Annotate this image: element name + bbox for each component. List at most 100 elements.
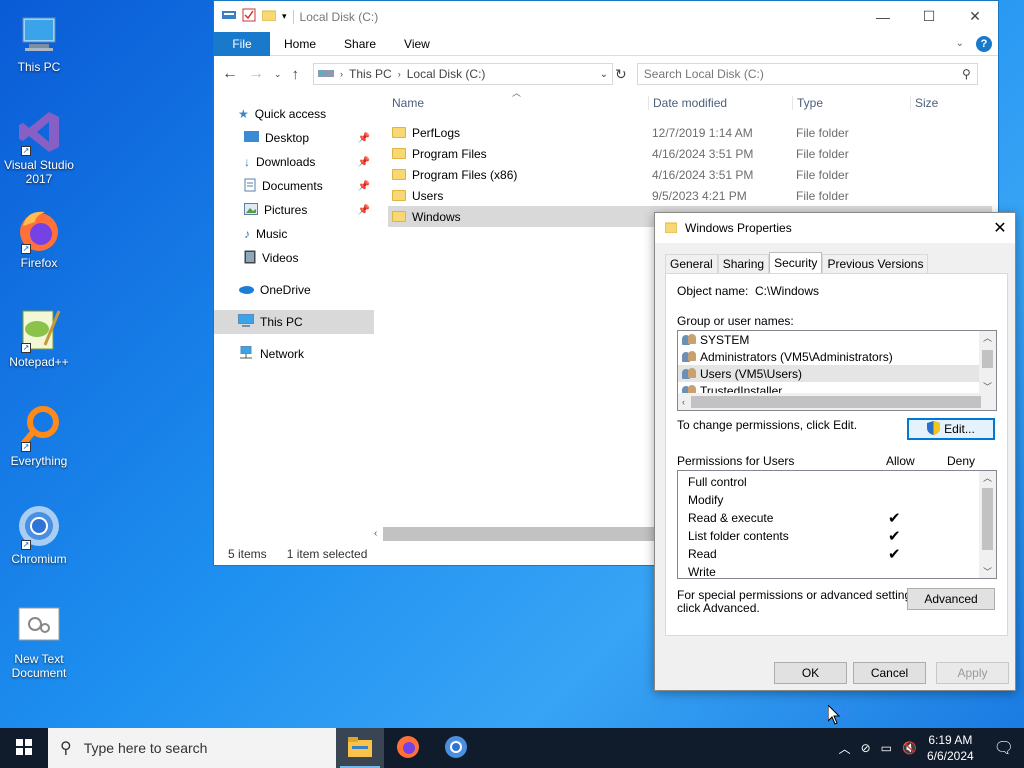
maximize-icon[interactable]: ☐ bbox=[906, 1, 952, 32]
horizontal-scrollbar[interactable]: ‹ bbox=[374, 525, 654, 542]
pin-icon[interactable]: 📌 bbox=[358, 181, 370, 192]
tab-sharing[interactable]: Sharing bbox=[717, 254, 770, 273]
sidebar-item-desktop[interactable]: Desktop 📌 bbox=[214, 126, 374, 150]
column-header-size[interactable]: Size bbox=[910, 96, 970, 110]
scrollbar-thumb[interactable] bbox=[383, 526, 654, 541]
properties-quick-icon[interactable] bbox=[242, 8, 256, 25]
breadcrumb-local-disk[interactable]: Local Disk (C:) bbox=[407, 67, 486, 81]
back-arrow-icon[interactable]: ← bbox=[222, 65, 238, 83]
list-item-selected[interactable]: Users (VM5\Users) bbox=[678, 365, 996, 382]
search-placeholder: Type here to search bbox=[83, 740, 208, 756]
folder-icon bbox=[392, 127, 406, 138]
sidebar-item-onedrive[interactable]: OneDrive bbox=[214, 278, 374, 302]
cancel-button[interactable]: Cancel bbox=[853, 662, 926, 684]
scroll-left-icon[interactable]: ‹ bbox=[682, 397, 685, 407]
taskbar-file-explorer[interactable] bbox=[336, 728, 384, 768]
advanced-button[interactable]: Advanced bbox=[907, 588, 995, 610]
new-folder-quick-icon[interactable] bbox=[261, 9, 277, 24]
taskbar-search-box[interactable]: ⚲ Type here to search bbox=[48, 728, 336, 768]
refresh-icon[interactable]: ↻ bbox=[615, 66, 627, 83]
scroll-left-icon[interactable]: ‹ bbox=[374, 528, 377, 539]
desktop-icon-visual-studio[interactable]: ↗ Visual Studio 2017 bbox=[4, 108, 74, 186]
file-row[interactable]: Program Files 4/16/2024 3:51 PM File fol… bbox=[388, 143, 992, 164]
sidebar-item-pictures[interactable]: Pictures 📌 bbox=[214, 198, 374, 222]
search-placeholder: Search Local Disk (C:) bbox=[643, 67, 764, 81]
tab-home[interactable]: Home bbox=[270, 37, 330, 51]
desktop-icon-firefox[interactable]: ↗ Firefox bbox=[4, 206, 74, 270]
change-permissions-text: To change permissions, click Edit. bbox=[677, 418, 858, 432]
scroll-down-icon[interactable]: ﹀ bbox=[983, 380, 992, 393]
sidebar-item-documents[interactable]: Documents 📌 bbox=[214, 174, 374, 198]
sidebar-item-downloads[interactable]: ↓ Downloads 📌 bbox=[214, 150, 374, 174]
up-arrow-icon[interactable]: ↑ bbox=[292, 66, 300, 83]
group-names-list[interactable]: SYSTEM Administrators (VM5\Administrator… bbox=[677, 330, 997, 411]
apply-button[interactable]: Apply bbox=[936, 662, 1009, 684]
taskbar-firefox[interactable] bbox=[384, 728, 432, 768]
help-icon[interactable]: ? bbox=[976, 35, 992, 52]
expand-ribbon-icon[interactable]: ⌄ bbox=[956, 38, 964, 49]
permissions-list[interactable]: Full control Modify Read & execute ✔ List… bbox=[677, 470, 997, 579]
sidebar-item-this-pc[interactable]: This PC bbox=[214, 310, 374, 334]
sidebar-item-music[interactable]: ♪ Music bbox=[214, 222, 374, 246]
sidebar-item-label: Pictures bbox=[264, 203, 308, 217]
sidebar-item-videos[interactable]: Videos bbox=[214, 246, 374, 270]
start-button[interactable] bbox=[0, 728, 48, 768]
file-date: 12/7/2019 1:14 AM bbox=[652, 125, 753, 140]
desktop-icon-new-text-document[interactable]: New Text Document bbox=[4, 602, 74, 680]
breadcrumb-separator-icon[interactable]: › bbox=[398, 69, 401, 79]
scrollbar-thumb[interactable] bbox=[691, 395, 981, 408]
vertical-scrollbar[interactable]: ︿ ﹀ bbox=[979, 331, 996, 393]
address-bar[interactable]: › This PC › Local Disk (C:) ⌄ bbox=[313, 63, 614, 85]
pin-icon[interactable]: 📌 bbox=[358, 133, 370, 144]
advanced-settings-text-line2: click Advanced. bbox=[677, 601, 760, 615]
desktop-icon-everything[interactable]: ↗ Everything bbox=[4, 404, 74, 468]
minimize-icon[interactable]: — bbox=[860, 1, 906, 32]
clock[interactable]: 6:19 AM 6/6/2024 bbox=[927, 732, 974, 764]
pin-icon[interactable]: 📌 bbox=[358, 205, 370, 216]
horizontal-scrollbar[interactable]: ‹ bbox=[678, 393, 996, 410]
recent-locations-icon[interactable]: ⌄ bbox=[274, 69, 282, 80]
desktop-icon-chromium[interactable]: ↗ Chromium bbox=[4, 502, 74, 566]
breadcrumb-this-pc[interactable]: This PC bbox=[349, 67, 392, 81]
file-row[interactable]: Users 9/5/2023 4:21 PM File folder bbox=[388, 185, 992, 206]
desktop-icon-notepad-plus-plus[interactable]: ↗ Notepad++ bbox=[4, 305, 74, 369]
scroll-up-icon[interactable]: ︿ bbox=[983, 471, 992, 484]
close-icon[interactable]: ✕ bbox=[985, 218, 1015, 238]
scrollbar-thumb[interactable] bbox=[982, 488, 993, 550]
vertical-scrollbar[interactable]: ︿ ﹀ bbox=[979, 471, 996, 578]
search-input[interactable]: Search Local Disk (C:) ⚲ bbox=[636, 63, 978, 85]
edit-button[interactable]: Edit... bbox=[907, 418, 995, 440]
sidebar-item-quick-access[interactable]: ★ Quick access bbox=[214, 102, 374, 126]
column-header-date[interactable]: Date modified bbox=[648, 96, 792, 110]
scroll-up-icon[interactable]: ︿ bbox=[983, 331, 992, 344]
close-icon[interactable]: ✕ bbox=[952, 1, 998, 32]
display-icon[interactable]: ▭ bbox=[881, 741, 892, 755]
breadcrumb-separator-icon[interactable]: › bbox=[340, 69, 343, 79]
desktop-icon-this-pc[interactable]: This PC bbox=[4, 10, 74, 74]
sidebar-item-network[interactable]: Network bbox=[214, 342, 374, 366]
file-row[interactable]: PerfLogs 12/7/2019 1:14 AM File folder bbox=[388, 122, 992, 143]
users-icon bbox=[682, 350, 696, 363]
ok-button[interactable]: OK bbox=[774, 662, 847, 684]
tab-file[interactable]: File bbox=[214, 31, 270, 56]
list-item[interactable]: Administrators (VM5\Administrators) bbox=[678, 348, 996, 365]
list-item[interactable]: SYSTEM bbox=[678, 331, 996, 348]
tab-previous-versions[interactable]: Previous Versions bbox=[822, 254, 929, 273]
tab-security[interactable]: Security bbox=[769, 252, 823, 274]
customize-qa-dropdown-icon[interactable]: ▾ bbox=[282, 11, 287, 22]
tab-share[interactable]: Share bbox=[330, 37, 390, 51]
volume-muted-icon[interactable]: 🔇 bbox=[902, 741, 917, 755]
tab-general[interactable]: General bbox=[665, 254, 718, 273]
network-disconnected-icon[interactable]: ⊘ bbox=[861, 741, 871, 755]
scrollbar-thumb[interactable] bbox=[982, 350, 993, 368]
address-dropdown-icon[interactable]: ⌄ bbox=[600, 69, 608, 80]
notifications-icon[interactable]: 🗨 bbox=[994, 738, 1014, 758]
taskbar-chromium[interactable] bbox=[432, 728, 480, 768]
column-header-type[interactable]: Type bbox=[792, 96, 910, 110]
forward-arrow-icon[interactable]: → bbox=[248, 65, 264, 83]
pin-icon[interactable]: 📌 bbox=[358, 157, 370, 168]
scroll-down-icon[interactable]: ﹀ bbox=[983, 565, 992, 578]
show-hidden-icons-chevron-icon[interactable]: ︿ bbox=[839, 740, 851, 757]
tab-view[interactable]: View bbox=[390, 37, 444, 51]
file-row[interactable]: Program Files (x86) 4/16/2024 3:51 PM Fi… bbox=[388, 164, 992, 185]
